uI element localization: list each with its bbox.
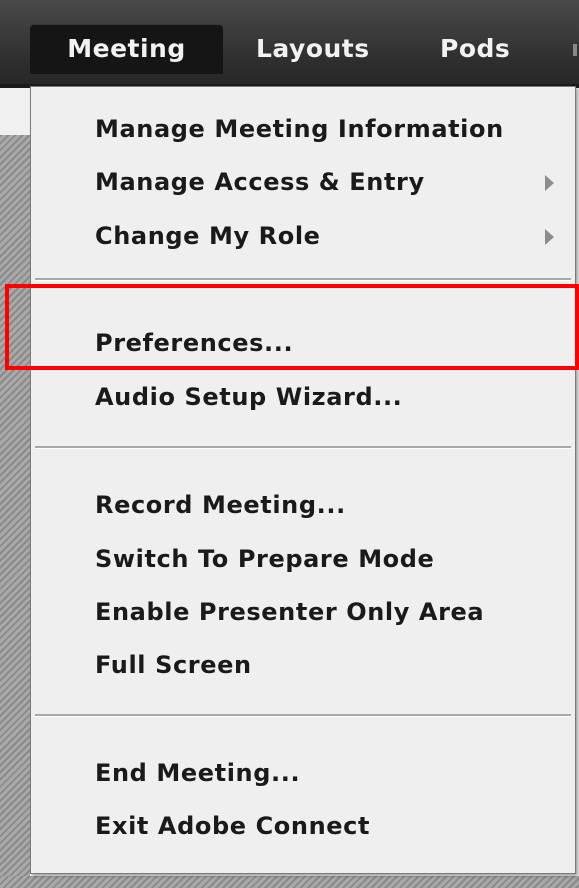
menu-separator — [35, 446, 571, 449]
menu-pods[interactable]: Pods — [440, 24, 510, 74]
menu-item-enable-presenter-only-area[interactable]: Enable Presenter Only Area — [95, 592, 484, 632]
menu-item-end-meeting[interactable]: End Meeting... — [95, 753, 300, 793]
meeting-dropdown-menu: Manage Meeting Information Manage Access… — [30, 86, 576, 874]
menu-layouts[interactable]: Layouts — [256, 24, 370, 74]
menu-item-change-my-role[interactable]: Change My Role — [95, 216, 321, 256]
menu-item-record-meeting[interactable]: Record Meeting... — [95, 485, 346, 525]
menu-overflow-indicator — [573, 44, 577, 56]
menu-item-manage-meeting-information[interactable]: Manage Meeting Information — [95, 109, 504, 149]
menu-item-switch-to-prepare-mode[interactable]: Switch To Prepare Mode — [95, 539, 434, 579]
menu-item-audio-setup-wizard[interactable]: Audio Setup Wizard... — [95, 377, 402, 417]
menu-meeting[interactable]: Meeting — [30, 24, 223, 74]
left-hatched-area — [0, 135, 30, 888]
menu-separator — [35, 714, 571, 717]
menu-item-exit-adobe-connect[interactable]: Exit Adobe Connect — [95, 806, 370, 846]
menu-bar: Meeting Layouts Pods — [0, 0, 579, 88]
bottom-hatched-area — [0, 876, 579, 888]
left-panel-strip — [0, 88, 30, 135]
menu-item-manage-access-entry[interactable]: Manage Access & Entry — [95, 162, 425, 202]
menu-separator — [35, 278, 571, 281]
menu-item-full-screen[interactable]: Full Screen — [95, 645, 252, 685]
preferences-highlight-box — [5, 284, 579, 370]
submenu-arrow-icon — [545, 229, 554, 245]
submenu-arrow-icon — [545, 175, 554, 191]
